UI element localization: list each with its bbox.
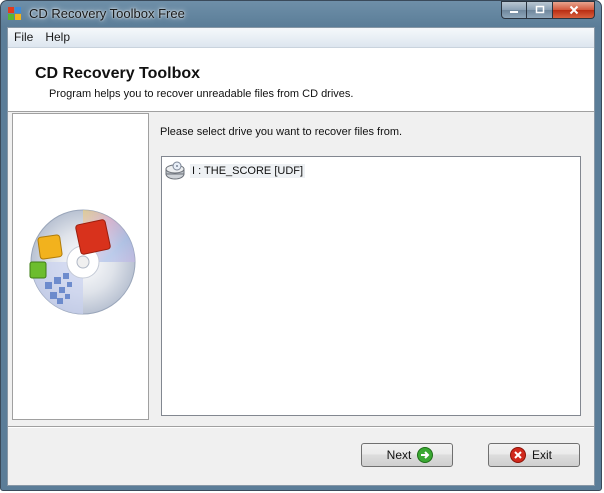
close-icon [569,5,578,15]
close-button[interactable] [553,1,595,19]
wizard-header: CD Recovery Toolbox Program helps you to… [8,48,594,112]
app-icon [8,7,21,20]
side-banner [12,113,149,420]
next-label: Next [386,448,412,462]
list-item[interactable]: I : THE_SCORE [UDF] [164,161,306,181]
cd-disc-logo-icon [29,209,136,315]
client-area: File Help CD Recovery Toolbox Program he… [7,27,595,486]
minimize-icon [510,11,518,13]
maximize-icon [535,5,544,14]
exit-button[interactable]: Exit [488,443,580,467]
app-window: CD Recovery Toolbox Free File Help CD Re… [0,0,602,491]
cd-drive-icon [165,161,185,180]
page-title: CD Recovery Toolbox [35,65,201,82]
maximize-button[interactable] [527,1,553,19]
minimize-button[interactable] [501,1,527,19]
arrow-right-icon [417,447,434,463]
button-separator [8,426,594,428]
exit-label: Exit [531,448,552,462]
menu-help[interactable]: Help [39,28,76,47]
next-button[interactable]: Next [361,443,453,467]
title-bar[interactable]: CD Recovery Toolbox Free [1,1,601,27]
drive-label: I : THE_SCORE [UDF] [190,164,306,178]
drive-list[interactable]: I : THE_SCORE [UDF] [161,156,581,416]
menu-file[interactable]: File [8,28,39,47]
page-subtitle: Program helps you to recover unreadable … [49,88,354,100]
window-title: CD Recovery Toolbox Free [29,6,185,21]
close-circle-icon [509,447,526,463]
select-drive-prompt: Please select drive you want to recover … [160,126,403,138]
menu-bar: File Help [8,28,594,48]
